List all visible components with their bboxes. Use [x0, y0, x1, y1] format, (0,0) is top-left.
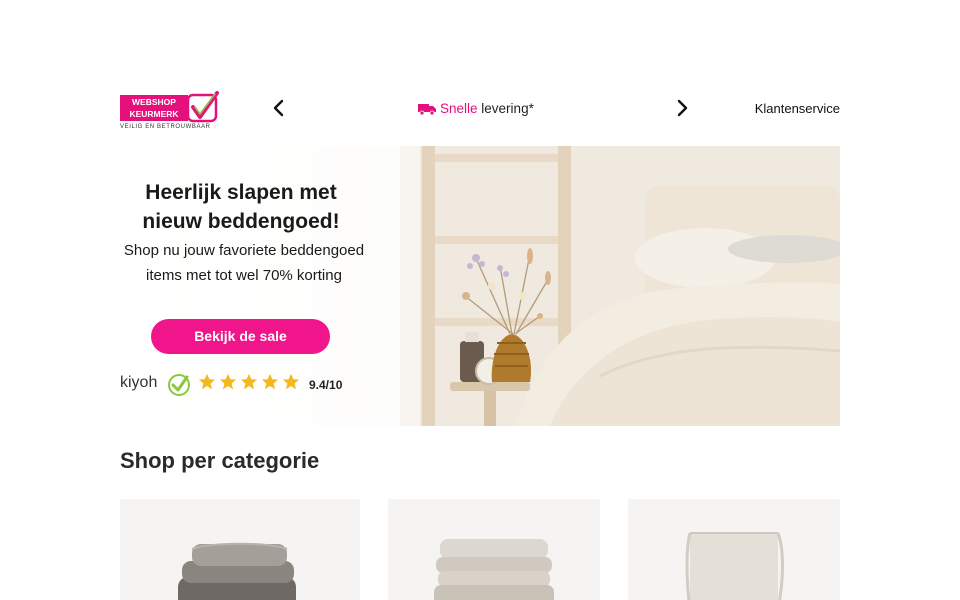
usp-text: levering*	[481, 101, 534, 116]
category-section-title: Shop per categorie	[120, 448, 320, 473]
chevron-left-icon[interactable]	[272, 99, 286, 117]
hero-title-line-2: nieuw beddengoed!	[142, 210, 340, 233]
truck-icon	[418, 104, 436, 115]
hero-subtitle: Shop nu jouw favoriete beddengoed items …	[120, 238, 370, 288]
category-card-pillows[interactable]	[120, 499, 360, 600]
checkmark-icon	[186, 91, 219, 123]
hero-banner[interactable]: Heerlijk slapen met nieuw beddengoed! Sh…	[120, 146, 840, 426]
webshop-keurmerk-logo[interactable]: WEBSHOP KEURMERK VEILIG EN BETROUWBAAR	[120, 91, 220, 131]
logo-line-1: WEBSHOP	[132, 97, 176, 107]
category-card-fitted-sheets[interactable]	[628, 499, 840, 600]
top-bar: WEBSHOP KEURMERK VEILIG EN BETROUWBAAR S…	[120, 88, 840, 132]
category-card-duvets[interactable]	[388, 499, 600, 600]
chevron-right-icon[interactable]	[675, 99, 689, 117]
usp-message: Snelle levering*	[418, 101, 534, 116]
view-sale-button[interactable]: Bekijk de sale	[151, 319, 330, 354]
star-rating	[198, 373, 300, 391]
hero-title: Heerlijk slapen met nieuw beddengoed!	[120, 178, 362, 236]
star-icon	[198, 373, 216, 390]
star-icon	[282, 373, 300, 390]
kiyoh-logo-text: kiyoh	[120, 374, 158, 391]
hero-subtitle-line-1: Shop nu jouw favoriete beddengoed	[123, 242, 365, 259]
hero-subtitle-line-2: items met tot wel 70% korting	[146, 267, 342, 284]
hero-title-line-1: Heerlijk slapen met	[145, 181, 337, 204]
duvet-folded-icon	[434, 539, 554, 600]
usp-highlight: Snelle	[440, 101, 478, 116]
logo-tagline: VEILIG EN BETROUWBAAR	[120, 124, 211, 130]
rating-score: 9.4/10	[309, 378, 343, 392]
star-icon	[240, 373, 258, 390]
star-icon	[219, 373, 237, 390]
customer-service-link[interactable]: Klantenservice	[755, 101, 840, 116]
pillows-stack-icon	[178, 542, 296, 600]
logo-line-2: KEURMERK	[129, 109, 179, 119]
kiyoh-rating[interactable]: kiyoh 9.4/10	[120, 372, 360, 396]
star-icon	[261, 373, 279, 390]
kiyoh-check-icon	[168, 374, 190, 396]
logo-badge: WEBSHOP KEURMERK	[120, 95, 188, 121]
fitted-sheet-icon	[685, 532, 784, 600]
